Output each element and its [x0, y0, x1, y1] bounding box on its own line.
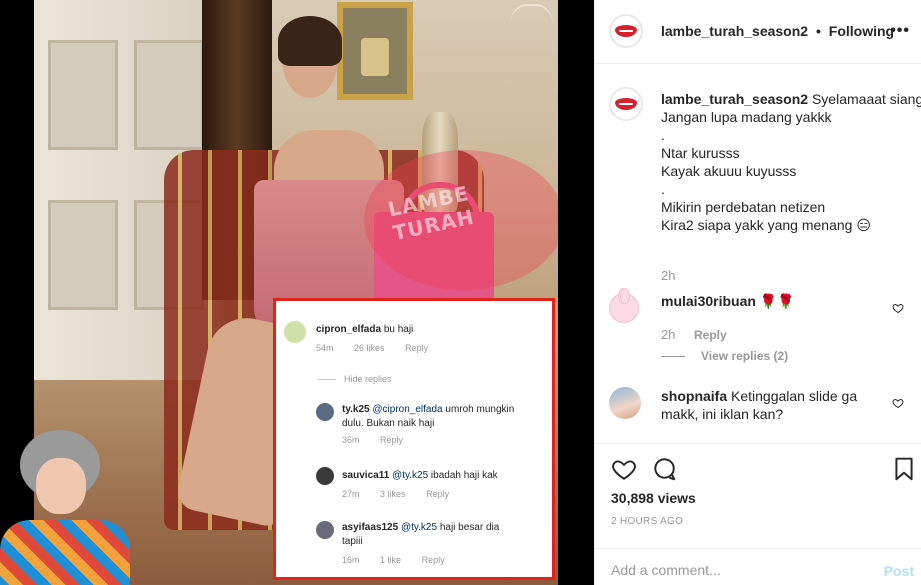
header-username[interactable]: lambe_turah_season2	[661, 23, 808, 39]
overlay-comment-text: bu haji	[383, 324, 414, 335]
avatar[interactable]	[609, 387, 641, 419]
post-timestamp[interactable]: 2 HOURS AGO	[611, 516, 683, 527]
overlay-likes: 26 likes	[354, 343, 385, 353]
overlay-comment-text: haji besar dia	[439, 522, 500, 533]
comment: shopnaifa Ketinggalan slide ga makk, ini…	[661, 387, 896, 423]
caption-line: Kayak akuuu kuyusss	[661, 163, 797, 179]
view-count[interactable]: 30,898 views	[611, 490, 696, 506]
overlay-reply: Reply	[426, 489, 450, 499]
avatar	[316, 403, 334, 421]
comment-composer: Post	[595, 548, 921, 585]
post-media[interactable]: LAMBE TURAH cipron_elfada bu haji 54m 26…	[0, 0, 594, 585]
caption-username[interactable]: lambe_turah_season2	[661, 91, 808, 107]
overlay-comment: sauvica11 @ty.k25 ibadah haji kak 27m 3 …	[284, 467, 546, 503]
overlay-username: asyifaas125	[342, 522, 399, 533]
overlay-comment: ty.k25 @cipron_elfada umroh mungkin dulu…	[284, 403, 546, 447]
overlay-mention: @ty.k25	[400, 522, 438, 533]
avatar[interactable]	[609, 14, 643, 48]
caption-line: Jangan lupa madang yakkk	[661, 109, 832, 125]
post-caption: lambe_turah_season2 Syelamaaat sianggg k…	[661, 90, 921, 234]
overlay-time: 16m	[342, 555, 360, 565]
like-comment-heart-icon[interactable]	[892, 397, 904, 409]
lips-logo-icon	[615, 98, 637, 110]
overlay-time: 36m	[342, 435, 360, 445]
view-replies-button[interactable]: View replies (2)	[661, 349, 788, 363]
caption-line: .	[661, 181, 665, 197]
overlay-username: ty.k25	[342, 404, 370, 415]
comment-username[interactable]: shopnaifa	[661, 388, 727, 404]
overlay-comment-text: dulu. Bukan naik haji	[342, 418, 435, 429]
heart-icon[interactable]	[611, 456, 637, 482]
overlay-comment-text: ibadah haji kak	[430, 470, 498, 481]
header-text: lambe_turah_season2 • Following	[661, 23, 894, 39]
caption-time[interactable]: 2h	[661, 268, 675, 283]
post-sidebar: lambe_turah_season2 • Following ••• lamb…	[594, 0, 921, 585]
like-comment-heart-icon[interactable]	[892, 302, 904, 314]
lips-logo-icon	[615, 25, 637, 37]
overlay-reply: Reply	[405, 343, 429, 353]
overlay-comment: cipron_elfada bu haji 54m 26 likes Reply	[284, 321, 546, 361]
more-options-icon[interactable]: •••	[890, 22, 910, 40]
overlay-reply: Reply	[421, 555, 445, 565]
overlay-mention: @cipron_elfada	[372, 404, 443, 415]
post-header: lambe_turah_season2 • Following •••	[595, 0, 921, 64]
caption-line: Syelamaaat sianggg kakak...	[811, 91, 921, 107]
comment-username[interactable]: mulai30ribuan	[661, 293, 756, 309]
comment-time[interactable]: 2h	[661, 327, 675, 342]
comment: mulai30ribuan 🌹🌹	[661, 292, 896, 310]
comment-text: 🌹🌹	[759, 293, 795, 309]
header-separator: •	[815, 23, 821, 39]
reply-button[interactable]: Reply	[694, 328, 727, 342]
caption-line: Ntar kurusss	[661, 145, 740, 161]
overlay-time: 27m	[342, 489, 360, 499]
avatar[interactable]	[609, 87, 643, 121]
overlay-reply: Reply	[380, 435, 404, 445]
overlay-username: sauvica11	[342, 470, 390, 481]
granny-sticker	[0, 430, 130, 585]
overlay-likes: 3 likes	[380, 489, 406, 499]
caption-line: .	[661, 127, 665, 143]
post-comment-button[interactable]: Post	[884, 563, 914, 579]
caption-line: Mikirin perdebatan netizen	[661, 199, 826, 215]
overlay-hide-replies: Hide replies	[318, 374, 392, 384]
overlay-likes: 1 like	[380, 555, 402, 565]
add-comment-input[interactable]	[611, 559, 861, 581]
overlay-comment-text: tapiii	[342, 536, 363, 547]
overlay-time: 54m	[316, 343, 334, 353]
comments-screenshot-overlay: cipron_elfada bu haji 54m 26 likes Reply…	[273, 298, 555, 580]
bookmark-icon[interactable]	[891, 456, 917, 482]
chandelier	[509, 4, 554, 64]
overlay-comment-text: umroh mungkin	[445, 404, 515, 415]
avatar[interactable]	[609, 288, 639, 323]
overlay-mention: @ty.k25	[392, 470, 429, 481]
following-button[interactable]: Following	[829, 23, 894, 39]
overlay-comment: asyifaas125 @ty.k25 haji besar dia tapii…	[284, 521, 546, 571]
avatar	[316, 467, 334, 485]
avatar	[316, 521, 334, 539]
comments-section[interactable]: lambe_turah_season2 Syelamaaat sianggg k…	[595, 65, 921, 442]
post-actions: 30,898 views 2 HOURS AGO Post	[595, 443, 921, 585]
overlay-username: cipron_elfada	[316, 324, 382, 335]
avatar	[284, 321, 306, 343]
comment-icon[interactable]	[651, 456, 677, 482]
caption-line: Kira2 siapa yakk yang menang 😑	[661, 217, 871, 233]
